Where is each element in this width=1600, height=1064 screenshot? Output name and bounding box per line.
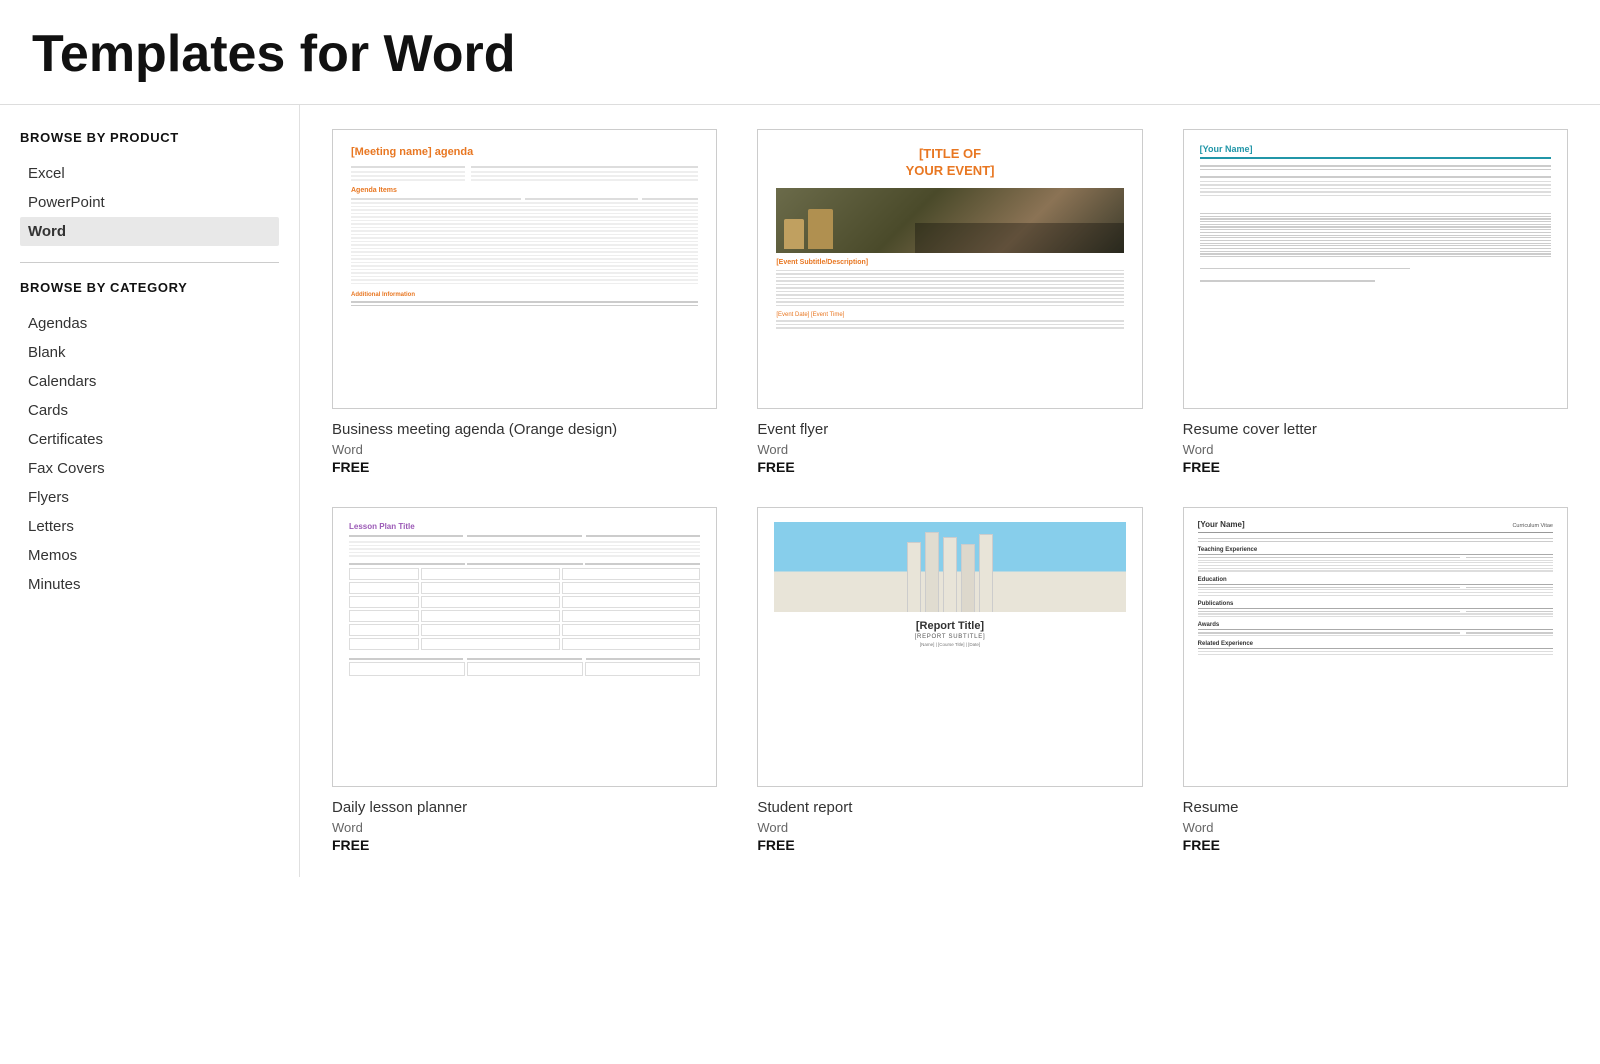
template-price-resume: FREE [1183,837,1568,853]
template-thumbnail-report: [Report Title] [REPORT SUBTITLE] [Name] … [757,507,1142,787]
template-product-report: Word [757,820,1142,835]
template-card-report[interactable]: [Report Title] [REPORT SUBTITLE] [Name] … [757,507,1142,853]
sidebar-item-blank[interactable]: Blank [20,338,279,367]
sidebar-item-agendas[interactable]: Agendas [20,309,279,338]
browse-by-product-heading: BROWSE BY PRODUCT [20,129,279,147]
template-card-event[interactable]: [TITLE OFYOUR EVENT] [Event Subtitle/Des… [757,129,1142,475]
template-grid: [Meeting name] agenda [332,129,1568,853]
template-thumbnail-event: [TITLE OFYOUR EVENT] [Event Subtitle/Des… [757,129,1142,409]
sidebar-divider [20,262,279,263]
template-product-cover-letter: Word [1183,442,1568,457]
content-area: [Meeting name] agenda [300,105,1600,877]
template-name-lesson: Daily lesson planner [332,797,717,818]
sidebar-item-calendars[interactable]: Calendars [20,367,279,396]
sidebar-item-word[interactable]: Word [20,217,279,246]
template-product-resume: Word [1183,820,1568,835]
template-product-agenda: Word [332,442,717,457]
template-name-report: Student report [757,797,1142,818]
template-name-cover-letter: Resume cover letter [1183,419,1568,440]
sidebar-item-flyers[interactable]: Flyers [20,483,279,512]
sidebar-item-minutes[interactable]: Minutes [20,570,279,599]
template-name-resume: Resume [1183,797,1568,818]
template-card-resume[interactable]: [Your Name] Curriculum Vitae Teaching Ex… [1183,507,1568,853]
sidebar-item-powerpoint[interactable]: PowerPoint [20,188,279,217]
sidebar: BROWSE BY PRODUCT Excel PowerPoint Word … [0,105,300,877]
template-thumbnail-lesson: Lesson Plan Title [332,507,717,787]
page-title: Templates for Word [0,0,1600,105]
template-price-report: FREE [757,837,1142,853]
browse-by-category-heading: BROWSE BY CATEGORY [20,279,279,297]
sidebar-item-memos[interactable]: Memos [20,541,279,570]
template-card-lesson[interactable]: Lesson Plan Title [332,507,717,853]
template-card-cover-letter[interactable]: [Your Name] [1183,129,1568,475]
template-price-agenda: FREE [332,459,717,475]
template-product-event: Word [757,442,1142,457]
template-price-event: FREE [757,459,1142,475]
sidebar-item-cards[interactable]: Cards [20,396,279,425]
template-thumbnail-resume: [Your Name] Curriculum Vitae Teaching Ex… [1183,507,1568,787]
template-name-event: Event flyer [757,419,1142,440]
sidebar-item-fax-covers[interactable]: Fax Covers [20,454,279,483]
template-price-cover-letter: FREE [1183,459,1568,475]
template-name-agenda: Business meeting agenda (Orange design) [332,419,717,440]
template-thumbnail-cover-letter: [Your Name] [1183,129,1568,409]
template-price-lesson: FREE [332,837,717,853]
template-product-lesson: Word [332,820,717,835]
sidebar-item-certificates[interactable]: Certificates [20,425,279,454]
sidebar-item-letters[interactable]: Letters [20,512,279,541]
sidebar-item-excel[interactable]: Excel [20,159,279,188]
template-thumbnail-agenda: [Meeting name] agenda [332,129,717,409]
template-card-agenda[interactable]: [Meeting name] agenda [332,129,717,475]
